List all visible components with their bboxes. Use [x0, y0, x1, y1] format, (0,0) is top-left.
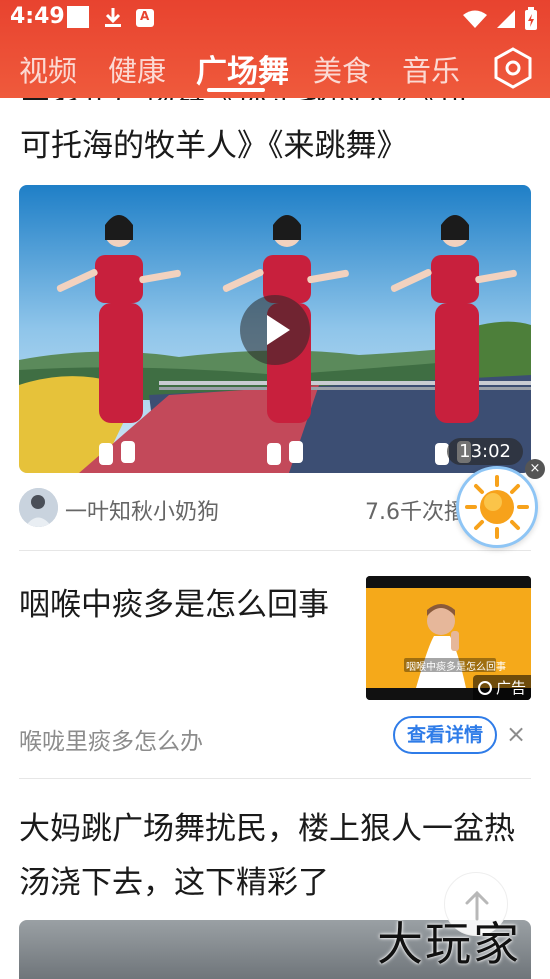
- weather-float-button[interactable]: [456, 466, 538, 548]
- tab-music[interactable]: 音乐: [402, 48, 460, 90]
- tab-food[interactable]: 美食: [313, 48, 371, 90]
- video-duration: 13:02: [447, 438, 523, 465]
- active-tab-indicator: [207, 88, 265, 92]
- ad-badge: 广告: [472, 675, 531, 700]
- play-button[interactable]: [240, 295, 310, 365]
- video-meta-row: 一叶知秋小奶狗 7.6千次播放: [19, 488, 531, 528]
- divider: [19, 550, 531, 551]
- video-thumbnail[interactable]: 13:02: [19, 185, 531, 473]
- ad-subtitle: 喉咙里痰多怎么办: [19, 729, 203, 755]
- download-icon: [102, 6, 124, 34]
- ad-close-button[interactable]: ×: [506, 720, 526, 748]
- signal-icon: [496, 9, 516, 33]
- ad-thumb-caption: 咽喉中痰多是怎么回事: [406, 662, 506, 673]
- status-right-icons: [462, 7, 538, 35]
- ad-camera-icon: [477, 681, 492, 695]
- author-avatar[interactable]: [19, 488, 58, 527]
- status-bar: 4:49: [0, 0, 550, 36]
- hexagon-settings-icon: [494, 47, 532, 89]
- view-details-button[interactable]: 查看详情: [393, 716, 497, 754]
- category-tabs: 视频 健康 广场舞 美食 音乐: [0, 40, 550, 96]
- sun-icon: [465, 475, 529, 539]
- tab-health[interactable]: 健康: [108, 48, 166, 90]
- tab-square-dance[interactable]: 广场舞: [196, 46, 289, 91]
- avatar-image: [19, 488, 58, 527]
- float-close-button[interactable]: ×: [525, 459, 545, 479]
- play-icon: [267, 315, 290, 345]
- divider: [19, 778, 531, 779]
- watermark-logo: 大玩家: [377, 917, 521, 971]
- video-title-line2[interactable]: 可托海的牧羊人》《来跳舞》: [20, 120, 532, 172]
- tab-video[interactable]: 视频: [19, 48, 77, 90]
- status-time: 4:49: [10, 4, 65, 29]
- app-notification-icon: [136, 9, 154, 27]
- ad-title[interactable]: 咽喉中痰多是怎么回事: [19, 578, 339, 632]
- top-header: 4:49 视频 健康 广场舞 美食 音乐: [0, 0, 550, 98]
- channel-settings-button[interactable]: [489, 44, 539, 92]
- battery-icon: [524, 7, 538, 35]
- ad-thumbnail[interactable]: 咽喉中痰多是怎么回事 广告: [366, 576, 531, 700]
- author-name[interactable]: 一叶知秋小奶狗: [65, 494, 219, 526]
- notification-square-icon: [67, 6, 89, 28]
- wifi-icon: [462, 9, 488, 33]
